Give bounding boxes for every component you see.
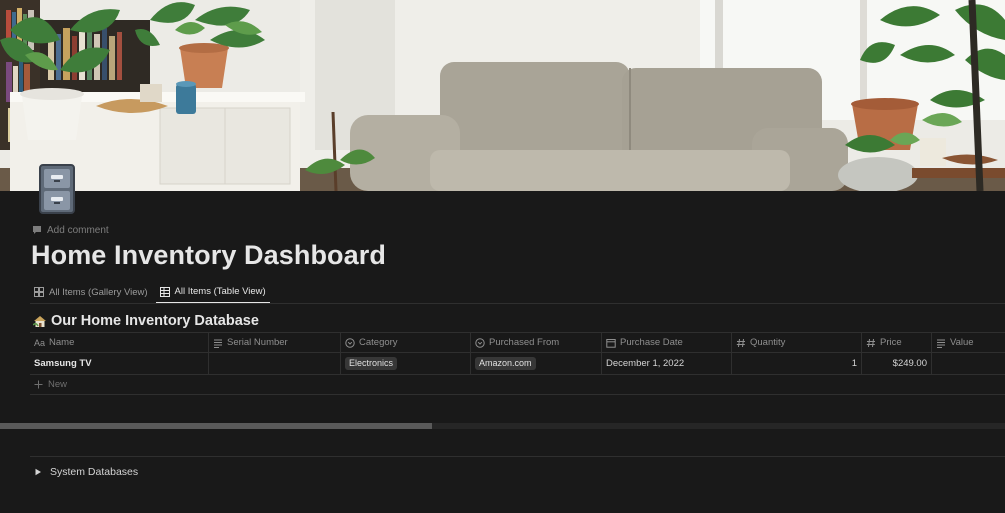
page-title[interactable]: Home Inventory Dashboard	[31, 240, 386, 271]
number-icon	[866, 338, 875, 347]
page-cover-image	[0, 0, 1005, 191]
column-label: Name	[49, 337, 75, 348]
column-header-quantity[interactable]: Quantity	[731, 333, 861, 352]
item-name: Samsung TV	[34, 358, 92, 369]
cell-name[interactable]: Samsung TV	[30, 353, 208, 374]
database-title-label: Our Home Inventory Database	[51, 313, 259, 329]
comment-icon	[33, 226, 41, 234]
column-label: Price	[880, 337, 902, 348]
column-header-category[interactable]: Category	[340, 333, 470, 352]
section-divider	[30, 456, 1005, 457]
column-header-purchase-date[interactable]: Purchase Date	[601, 333, 731, 352]
tab-gallery-view[interactable]: All Items (Gallery View)	[30, 282, 152, 302]
cell-purchase-date[interactable]: December 1, 2022	[601, 353, 731, 374]
tabs-divider	[30, 303, 1005, 304]
horizontal-scrollbar[interactable]	[0, 423, 1005, 429]
table-header: Aa Name Serial Number Category Purchased…	[30, 332, 1005, 353]
column-label: Quantity	[750, 337, 786, 348]
cell-price[interactable]: $249.00	[861, 353, 931, 374]
quantity-value: 1	[851, 358, 857, 369]
table-row[interactable]: Samsung TV Electronics Amazon.com Decemb…	[30, 353, 1005, 375]
purchased-from-tag: Amazon.com	[475, 357, 536, 370]
number-icon	[736, 338, 745, 347]
cell-purchased-from[interactable]: Amazon.com	[470, 353, 601, 374]
add-comment-label: Add comment	[47, 224, 109, 236]
add-comment-button[interactable]: Add comment	[32, 223, 109, 237]
cell-serial-number[interactable]	[208, 353, 340, 374]
system-databases-toggle[interactable]: System Databases	[34, 464, 138, 479]
table-icon	[159, 286, 170, 297]
column-label: Serial Number	[227, 337, 288, 348]
column-label: Purchase Date	[620, 337, 683, 348]
calendar-icon	[606, 338, 616, 348]
price-value: $249.00	[892, 358, 927, 369]
new-row-label: New	[48, 379, 68, 390]
triangle-right-icon	[35, 468, 41, 475]
cell-quantity[interactable]: 1	[731, 353, 861, 374]
text-type-prefix: Aa	[34, 337, 46, 348]
tab-table-view[interactable]: All Items (Table View)	[155, 282, 270, 304]
cell-value[interactable]	[931, 353, 1005, 374]
select-icon	[475, 337, 485, 348]
tab-label: All Items (Gallery View)	[49, 286, 148, 298]
column-header-value[interactable]: Value	[931, 333, 1005, 352]
view-tabs: All Items (Gallery View) All Items (Tabl…	[30, 282, 270, 304]
select-icon	[345, 337, 355, 348]
scrollbar-thumb[interactable]	[0, 423, 432, 429]
text-lines-icon	[214, 339, 222, 348]
tab-label: All Items (Table View)	[174, 286, 266, 297]
category-tag: Electronics	[345, 357, 398, 370]
database-title[interactable]: Our Home Inventory Database	[33, 311, 259, 331]
column-header-purchased-from[interactable]: Purchased From	[470, 333, 601, 352]
column-label: Category	[359, 337, 398, 348]
cell-category[interactable]: Electronics	[340, 353, 470, 374]
column-header-name[interactable]: Aa Name	[30, 333, 208, 352]
column-label: Value	[950, 337, 974, 348]
house-icon	[33, 316, 46, 327]
column-label: Purchased From	[489, 337, 560, 348]
text-lines-icon	[937, 339, 945, 348]
gallery-grid-icon	[34, 287, 44, 297]
purchase-date-value: December 1, 2022	[606, 358, 685, 369]
filing-cabinet-icon[interactable]	[38, 163, 76, 215]
inventory-table: Aa Name Serial Number Category Purchased…	[30, 332, 1005, 395]
toggle-label: System Databases	[50, 465, 139, 478]
column-header-serial-number[interactable]: Serial Number	[208, 333, 340, 352]
plus-icon	[34, 380, 43, 389]
new-row-button[interactable]: New	[30, 375, 1005, 395]
column-header-price[interactable]: Price	[861, 333, 931, 352]
